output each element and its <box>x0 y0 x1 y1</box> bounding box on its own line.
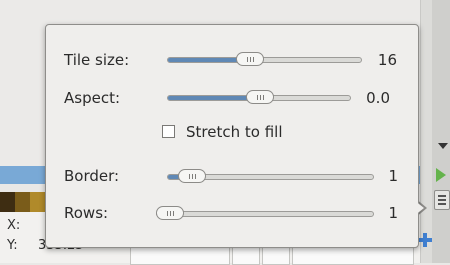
dropdown-arrow-icon[interactable] <box>438 143 448 149</box>
stretch-to-fill-label[interactable]: Stretch to fill <box>186 123 282 141</box>
x-coord-label: X: <box>7 218 21 233</box>
tile-size-slider-handle[interactable] <box>236 52 264 66</box>
stretch-to-fill-checkbox[interactable] <box>162 125 175 138</box>
tile-size-label: Tile size: <box>64 51 130 69</box>
tile-size-slider[interactable] <box>167 57 362 63</box>
play-icon[interactable] <box>436 168 446 182</box>
plus-icon[interactable] <box>417 232 433 248</box>
rows-label: Rows: <box>64 204 109 222</box>
border-value: 1 <box>388 167 398 185</box>
menu-icon[interactable] <box>434 190 450 210</box>
rows-slider-handle[interactable] <box>156 206 184 220</box>
y-coord-label: Y: <box>7 238 18 253</box>
rows-value: 1 <box>388 204 398 222</box>
aspect-slider-handle[interactable] <box>246 90 274 104</box>
rows-slider[interactable] <box>156 211 374 217</box>
tile-size-value: 16 <box>377 51 397 69</box>
aspect-label: Aspect: <box>64 89 121 107</box>
border-slider-handle[interactable] <box>178 169 206 183</box>
popover-callout-inner <box>414 200 424 216</box>
right-toolbar <box>432 0 450 263</box>
border-label: Border: <box>64 167 120 185</box>
aspect-value: 0.0 <box>366 89 390 107</box>
